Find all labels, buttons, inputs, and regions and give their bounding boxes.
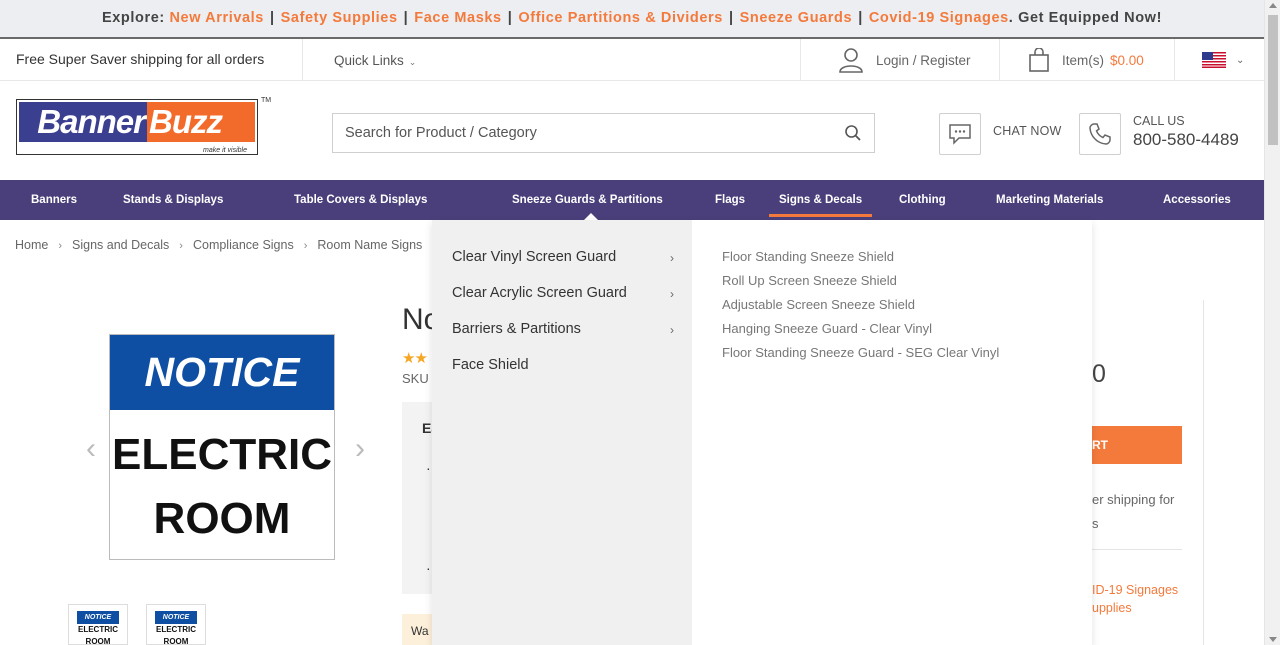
- related-links: ID-19 Signages upplies: [1092, 581, 1192, 617]
- related-link[interactable]: upplies: [1092, 601, 1132, 615]
- nav-item-signs-decals[interactable]: Signs & Decals: [768, 180, 873, 220]
- sign-body: ELECTRIC ROOM: [112, 430, 332, 543]
- search-icon[interactable]: [844, 124, 862, 147]
- promo-link-covid-signages[interactable]: Covid-19 Signages: [869, 10, 1009, 26]
- mega-category-barriers[interactable]: Barriers & Partitions ›: [452, 321, 674, 337]
- dropdown-caret: [584, 213, 598, 220]
- logo-trademark: TM: [261, 97, 272, 104]
- nav-item-flags[interactable]: Flags: [715, 180, 745, 220]
- breadcrumb: Home › Signs and Decals › Compliance Signs › R…: [15, 238, 446, 252]
- mega-subitem[interactable]: Roll Up Screen Sneeze Shield: [722, 273, 897, 288]
- chat-button[interactable]: [939, 113, 981, 155]
- scroll-up-arrow-icon[interactable]: [1269, 3, 1277, 8]
- sneeze-guards-mega-menu: Clear Vinyl Screen Guard › Clear Acrylic …: [432, 220, 1092, 645]
- mega-category-face-shield[interactable]: Face Shield: [452, 357, 674, 373]
- cart-label: Item(s): [1062, 52, 1104, 68]
- nav-item-clothing[interactable]: Clothing: [899, 180, 946, 220]
- product-thumbnail[interactable]: NOTICE ELECTRIC ROOM: [146, 604, 206, 645]
- chevron-right-icon: ›: [670, 323, 674, 337]
- product-price: 0: [1092, 360, 1106, 388]
- us-flag-icon: [1202, 52, 1226, 68]
- main-nav: Banners Stands & Displays Table Covers &…: [0, 180, 1264, 220]
- search-bar: [332, 113, 875, 153]
- breadcrumb-signs-decals[interactable]: Signs and Decals: [72, 238, 169, 252]
- quick-links-dropdown[interactable]: Quick Links ⌄: [334, 53, 416, 68]
- mega-category-clear-acrylic[interactable]: Clear Acrylic Screen Guard ›: [452, 285, 674, 301]
- chat-icon: [949, 124, 971, 145]
- search-input[interactable]: [333, 114, 823, 152]
- breadcrumb-room-name-signs[interactable]: Room Name Signs: [317, 238, 422, 252]
- promo-bar: Explore: New Arrivals | Safety Supplies | Fa…: [0, 0, 1264, 39]
- login-register-link[interactable]: Login / Register: [838, 45, 971, 75]
- mega-menu-categories: Clear Vinyl Screen Guard › Clear Acrylic …: [432, 220, 692, 645]
- sign-header: NOTICE: [110, 335, 334, 410]
- shipping-notice: Free Super Saver shipping for all orders: [16, 51, 265, 67]
- features-bullet: ·: [426, 460, 431, 476]
- mega-subitem[interactable]: Adjustable Screen Sneeze Shield: [722, 297, 915, 312]
- gallery-next-arrow[interactable]: ›: [355, 432, 365, 466]
- gallery-prev-arrow[interactable]: ‹: [86, 432, 96, 466]
- nav-item-banners[interactable]: Banners: [31, 180, 77, 220]
- chat-now-label[interactable]: CHAT NOW: [993, 124, 1062, 138]
- divider: [1174, 39, 1175, 81]
- divider: [800, 39, 801, 81]
- related-link[interactable]: ID-19 Signages: [1092, 583, 1178, 597]
- nav-item-marketing-materials[interactable]: Marketing Materials: [996, 180, 1103, 220]
- promo-explore-label: Explore:: [101, 10, 165, 26]
- promo-link-new-arrivals[interactable]: New Arrivals: [169, 10, 264, 26]
- phone-icon: [1089, 123, 1111, 145]
- mega-subitem[interactable]: Floor Standing Sneeze Shield: [722, 249, 894, 264]
- chevron-right-icon: ›: [303, 240, 308, 252]
- cart-link[interactable]: Item(s) $0.00: [1028, 45, 1144, 75]
- nav-item-stands-displays[interactable]: Stands & Displays: [123, 180, 223, 220]
- shipping-info: er shipping for s: [1092, 492, 1175, 531]
- chevron-right-icon: ›: [670, 287, 674, 301]
- product-sku: SKU :: [402, 371, 436, 386]
- mega-subitem[interactable]: Hanging Sneeze Guard - Clear Vinyl: [722, 321, 932, 336]
- nav-item-table-covers[interactable]: Table Covers & Displays: [294, 180, 427, 220]
- call-us-label: CALL US: [1133, 114, 1185, 128]
- logo-part-buzz: Buzz: [147, 102, 255, 142]
- region-selector[interactable]: ⌄: [1202, 52, 1244, 68]
- bannerbuzz-logo[interactable]: Banner Buzz make it visible TM: [16, 97, 271, 155]
- promo-link-safety-supplies[interactable]: Safety Supplies: [281, 10, 398, 26]
- nav-item-accessories[interactable]: Accessories: [1163, 180, 1231, 220]
- cart-amount: $0.00: [1110, 52, 1144, 68]
- promo-cta: Get Equipped Now!: [1018, 10, 1162, 26]
- chevron-right-icon: ›: [179, 240, 183, 252]
- add-to-cart-button[interactable]: RT: [1092, 426, 1182, 464]
- divider: [302, 39, 303, 81]
- scrollbar-thumb[interactable]: [1268, 15, 1278, 145]
- promo-link-face-masks[interactable]: Face Masks: [414, 10, 501, 26]
- logo-part-banner: Banner: [19, 102, 147, 142]
- promo-link-office-partitions[interactable]: Office Partitions & Dividers: [518, 10, 723, 26]
- breadcrumb-home[interactable]: Home: [15, 238, 48, 252]
- rating-stars[interactable]: ★★: [402, 349, 428, 367]
- divider: [1092, 549, 1182, 550]
- call-button[interactable]: [1079, 113, 1121, 155]
- user-icon: [839, 48, 863, 73]
- features-bullet: ·: [426, 560, 431, 576]
- product-thumbnail[interactable]: NOTICE ELECTRIC ROOM: [68, 604, 128, 645]
- breadcrumb-compliance-signs[interactable]: Compliance Signs: [193, 238, 294, 252]
- chevron-right-icon: ›: [58, 240, 63, 252]
- phone-number[interactable]: 800-580-4489: [1133, 130, 1239, 150]
- scroll-down-arrow-icon[interactable]: [1269, 637, 1277, 642]
- logo-tagline: make it visible: [203, 147, 247, 154]
- mega-subitem[interactable]: Floor Standing Sneeze Guard - SEG Clear …: [722, 345, 999, 360]
- shopping-bag-icon: [1029, 48, 1049, 72]
- chevron-down-icon: ⌄: [1236, 54, 1245, 66]
- chevron-right-icon: ›: [670, 251, 674, 265]
- divider: [999, 39, 1000, 81]
- login-label: Login / Register: [876, 52, 971, 68]
- promo-link-sneeze-guards[interactable]: Sneeze Guards: [740, 10, 853, 26]
- mega-category-clear-vinyl[interactable]: Clear Vinyl Screen Guard ›: [452, 249, 674, 265]
- product-image: NOTICE ELECTRIC ROOM: [109, 334, 335, 560]
- chevron-down-icon: ⌄: [408, 57, 417, 67]
- page-scrollbar[interactable]: [1264, 0, 1280, 645]
- utility-bar: Free Super Saver shipping for all orders…: [0, 39, 1264, 81]
